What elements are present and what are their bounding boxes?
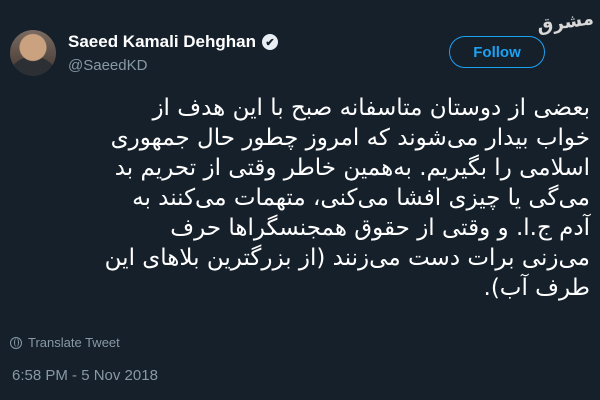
author-name[interactable]: Saeed Kamali Dehghan bbox=[68, 32, 256, 52]
translate-tweet-link[interactable]: Translate Tweet bbox=[10, 335, 120, 350]
tweet-card: Saeed Kamali Dehghan ✔ @SaeedKD Follow م… bbox=[0, 0, 600, 400]
author-handle[interactable]: @SaeedKD bbox=[68, 57, 147, 74]
translate-label: Translate Tweet bbox=[28, 335, 120, 350]
tweet-text-line: اسلامی را بگیریم. به‌همین خاطر وقتی از ت… bbox=[114, 155, 590, 181]
author-name-row[interactable]: Saeed Kamali Dehghan ✔ bbox=[68, 32, 279, 52]
tweet-text-line: می‌گی یا چیزی افشا می‌کنی، متهمات می‌کنن… bbox=[132, 185, 590, 211]
watermark-logo: مشرق bbox=[536, 8, 596, 37]
avatar[interactable] bbox=[10, 30, 56, 76]
tweet-text-line: طرف آب). bbox=[483, 275, 590, 301]
verified-badge-icon: ✔ bbox=[262, 34, 279, 50]
follow-button[interactable]: Follow bbox=[449, 36, 545, 68]
tweet-text-line: خواب بیدار می‌شوند که امروز چطور حال جمه… bbox=[110, 125, 590, 151]
tweet-timestamp[interactable]: 6:58 PM - 5 Nov 2018 bbox=[12, 367, 158, 384]
tweet-text-line: بعضی از دوستان متاسفانه صبح با این هدف ا… bbox=[152, 95, 590, 121]
tweet-text-line: می‌زنی برات دست می‌زنند (از بزرگترین بلا… bbox=[104, 245, 590, 271]
tweet-text: بعضی از دوستان متاسفانه صبح با این هدف ا… bbox=[12, 93, 590, 303]
tweet-text-line: آدم ج.ا. و وقتی از حقوق همجنسگراها حرف bbox=[170, 215, 590, 241]
globe-icon bbox=[10, 336, 22, 349]
